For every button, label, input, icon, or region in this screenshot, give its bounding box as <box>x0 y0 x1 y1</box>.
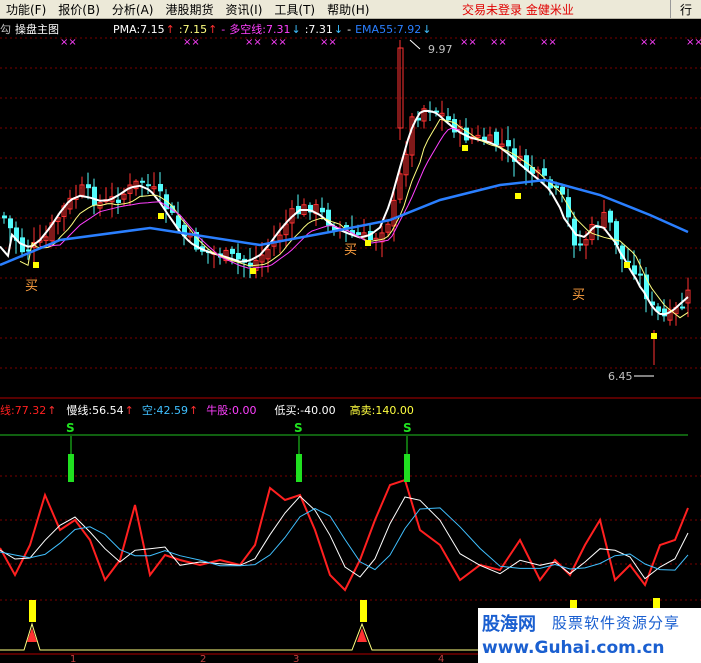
candle-body <box>608 210 613 223</box>
date-mark: 3 <box>293 654 299 663</box>
signal-square <box>462 145 468 151</box>
low-price-label: 6.45 <box>608 370 633 383</box>
high-price-label: 9.97 <box>428 43 453 56</box>
candle-body <box>86 184 91 189</box>
candle-body <box>638 273 643 276</box>
candle-body <box>578 243 583 246</box>
empty-line <box>0 507 689 571</box>
signal-square <box>624 262 630 268</box>
signal-marks: ×× ×× ×× ×× ×× ×× ×× ×× ×× ×× <box>0 37 701 651</box>
sell-signal-s: S <box>66 421 75 435</box>
date-mark: 2 <box>200 654 206 663</box>
sell-marker: ×× <box>320 37 337 48</box>
sell-signal-s: S <box>294 421 303 435</box>
sell-bar <box>68 454 74 482</box>
spike-triangle <box>357 628 367 642</box>
candlesticks <box>2 40 691 365</box>
candle-body <box>230 248 235 254</box>
candle-body <box>506 140 511 147</box>
candle-body <box>158 183 163 192</box>
date-mark: 4 <box>438 654 444 663</box>
dk-line <box>39 127 461 269</box>
watermark: 股海网 股票软件资源分享 www.Guhai.com.cn <box>478 608 701 663</box>
buy-bar <box>360 600 367 622</box>
sell-marker: ×× <box>270 37 287 48</box>
buy-signal-label: 买 <box>572 288 585 303</box>
main-indicator-lines <box>0 109 689 339</box>
buy-signal-label: 买 <box>344 243 357 258</box>
high-arrow <box>409 39 421 50</box>
candle-body <box>2 215 7 219</box>
sell-marker: ×× <box>60 37 77 48</box>
sell-signal-s: S <box>403 421 412 435</box>
signal-square <box>651 333 657 339</box>
sell-marker: ×× <box>245 37 262 48</box>
sell-bar <box>404 454 410 482</box>
signal-square <box>365 240 371 246</box>
candle-body <box>320 207 325 213</box>
watermark-slogan: 股票软件资源分享 <box>552 614 681 632</box>
candle-body <box>92 186 97 206</box>
buy-bar <box>29 600 36 622</box>
candle-body <box>446 116 451 121</box>
signal-square <box>515 193 521 199</box>
sell-marker: ×× <box>640 37 657 48</box>
signal-square <box>158 213 164 219</box>
candle-body <box>236 252 241 260</box>
signal-square <box>33 262 39 268</box>
candle-body <box>116 199 121 203</box>
watermark-brand: 股海网 <box>482 614 536 635</box>
signal-square <box>250 268 256 274</box>
fast-line <box>0 478 689 592</box>
candle-body <box>356 232 361 236</box>
grid-lines <box>0 37 701 655</box>
sell-marker: ×× <box>490 37 507 48</box>
kline-chart[interactable]: ×× ×× ×× ×× ×× ×× ×× ×× ×× ×× 9.97 6.45 买 买 买 S S… <box>0 0 701 663</box>
sell-marker: ×× <box>540 37 557 48</box>
sub-indicator-lines <box>0 478 689 592</box>
date-mark: 1 <box>70 654 76 663</box>
watermark-url: www.Guhai.com.cn <box>482 638 665 658</box>
sell-marker: ×× <box>686 37 701 48</box>
candle-body <box>542 168 547 176</box>
buy-signal-label: 买 <box>25 279 38 294</box>
candle-body <box>146 184 151 187</box>
candle-body <box>140 180 145 183</box>
sell-bar <box>296 454 302 482</box>
pma-line <box>0 109 689 316</box>
candle-body <box>494 131 499 146</box>
sell-marker: ×× <box>460 37 477 48</box>
candle-body <box>680 306 685 309</box>
candle-body <box>8 218 13 229</box>
sell-marker: ×× <box>183 37 200 48</box>
